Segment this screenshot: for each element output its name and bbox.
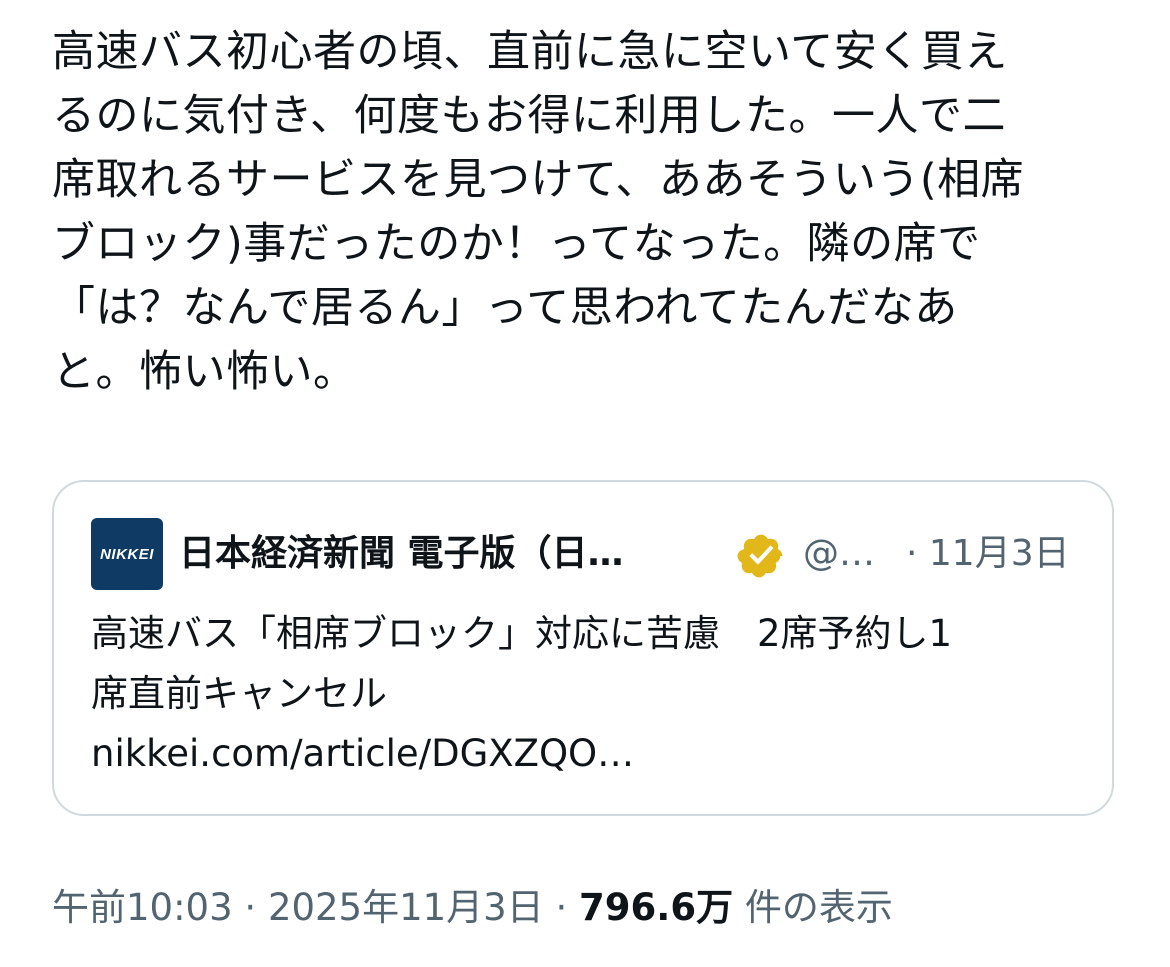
- tweet-text-line: 高速バス初心者の頃、直前に急に空いて安く買え: [52, 27, 1008, 77]
- tweet-text-line: 「は？なんで居るん」って思われてたんだなあ: [52, 283, 958, 333]
- tweet-text: 高速バス初心者の頃、直前に急に空いて安く買え るのに気付き、何度もお得に利用した…: [52, 20, 1127, 404]
- article-link[interactable]: nikkei.com/article/DGXZQO…: [91, 726, 634, 782]
- quoted-tweet-header: NIKKEI 日本経済新聞 電子版（日… @… · 11月3日: [91, 518, 1081, 592]
- verified-badge-icon: [737, 534, 783, 578]
- tweet-text-line: るのに気付き、何度もお得に利用した。一人で二: [52, 91, 1006, 141]
- separator: ·: [244, 886, 257, 929]
- tweet-text-line: 席取れるサービスを見つけて、ああそういう(相席: [52, 155, 1025, 205]
- quoted-tweet-text: 高速バス「相席ブロック」対応に苦慮 2席予約し1 席直前キャンセル: [91, 604, 1091, 724]
- tweet-text-line: ブロック)事だったのか！ってなった。隣の席で: [52, 219, 981, 269]
- avatar[interactable]: NIKKEI: [91, 518, 163, 590]
- quoted-text-line: 高速バス「相席ブロック」対応に苦慮 2席予約し1: [91, 612, 953, 655]
- quoted-tweet-card[interactable]: NIKKEI 日本経済新聞 電子版（日… @… · 11月3日 高速バス「相席ブ…: [52, 480, 1114, 816]
- views-label: 件の表示: [744, 886, 893, 929]
- quoted-text-line: 席直前キャンセル: [91, 672, 387, 715]
- quoted-handle[interactable]: @…: [803, 528, 875, 580]
- tweet-metadata: 午前10:03 · 2025年11月3日 · 796.6万 件の表示: [52, 882, 893, 934]
- quoted-author-name[interactable]: 日本経済新聞 電子版（日…: [179, 528, 624, 580]
- quoted-date[interactable]: · 11月3日: [906, 528, 1070, 580]
- nikkei-logo: NIKKEI: [100, 545, 154, 563]
- views-count[interactable]: 796.6万: [579, 886, 733, 929]
- tweet-text-line: と。怖い怖い。: [52, 347, 357, 397]
- tweet-date[interactable]: 2025年11月3日: [268, 886, 544, 929]
- separator: ·: [555, 886, 568, 929]
- tweet-time[interactable]: 午前10:03: [52, 886, 233, 929]
